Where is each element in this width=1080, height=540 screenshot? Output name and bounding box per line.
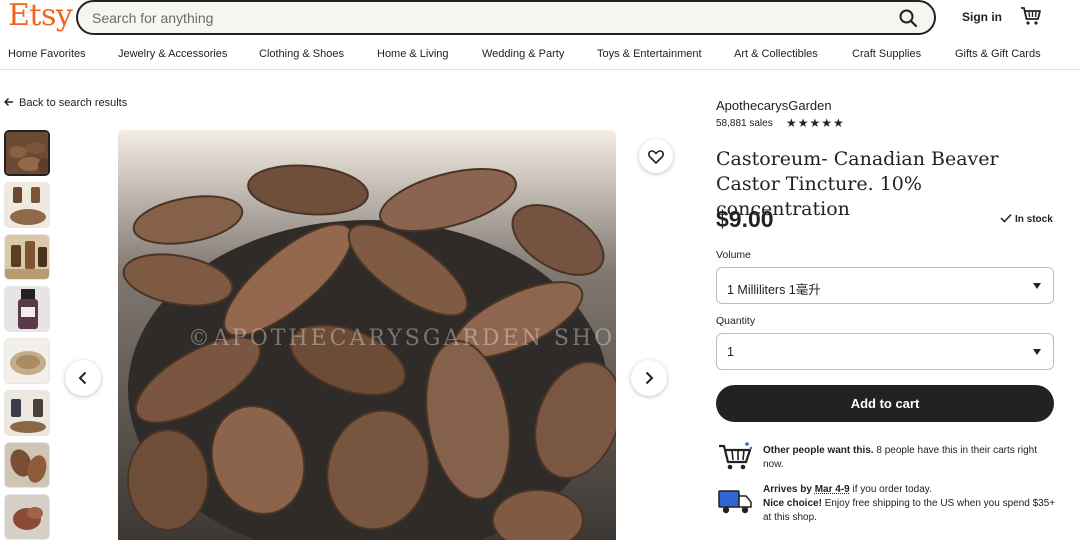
listing-price: $9.00 xyxy=(716,206,774,232)
thumbnail-3[interactable] xyxy=(4,234,50,280)
category-nav: Home Favorites Jewelry & Accessories Clo… xyxy=(0,46,1080,70)
delivery-truck-icon xyxy=(718,490,752,514)
shop-name-link[interactable]: ApothecarysGarden xyxy=(716,98,832,113)
sign-in-link[interactable]: Sign in xyxy=(962,10,1002,24)
quantity-label: Quantity xyxy=(716,315,756,327)
thumbnail-6[interactable] xyxy=(4,390,50,436)
favorite-button[interactable] xyxy=(639,139,673,173)
search-input[interactable]: Search for anything xyxy=(92,10,213,26)
nav-item-toys[interactable]: Toys & Entertainment xyxy=(597,48,702,60)
thumbnail-image xyxy=(5,183,49,227)
next-image-button[interactable] xyxy=(631,360,667,396)
volume-selected-value: 1 Milliliters 1毫升 xyxy=(727,283,821,297)
rating-stars[interactable]: ★★★★★ xyxy=(786,116,845,130)
arrives-bold: Arrives by xyxy=(763,484,815,495)
search-icon[interactable] xyxy=(898,8,918,28)
back-link-label: Back to search results xyxy=(19,97,128,109)
heart-icon xyxy=(648,149,664,164)
nav-item-wedding[interactable]: Wedding & Party xyxy=(482,48,564,60)
back-to-results-link[interactable]: Back to search results xyxy=(4,97,127,109)
arrow-left-icon xyxy=(4,97,13,107)
stock-label: In stock xyxy=(1015,214,1053,225)
thumbnail-image xyxy=(5,443,49,487)
shipping-notice: Arrives by Mar 4-9 if you order today. N… xyxy=(763,483,1058,525)
volume-label: Volume xyxy=(716,249,752,261)
image-watermark: ©APOTHECARYSGARDEN SHOP xyxy=(188,326,616,351)
add-to-cart-button[interactable]: Add to cart xyxy=(716,385,1054,422)
thumbnail-7[interactable] xyxy=(4,442,50,488)
nav-item-art[interactable]: Art & Collectibles xyxy=(734,48,818,60)
arrives-text: if you order today. xyxy=(849,484,932,495)
chevron-left-icon xyxy=(78,371,87,385)
previous-image-button[interactable] xyxy=(65,360,101,396)
sales-count: 58,881 sales xyxy=(716,118,773,129)
stock-status: In stock xyxy=(1000,213,1053,225)
thumbnail-image xyxy=(5,339,49,383)
quantity-select[interactable]: 1 xyxy=(716,333,1054,370)
cart-demand-icon xyxy=(719,442,753,470)
nav-item-home-favorites[interactable]: Home Favorites xyxy=(8,48,86,60)
nice-choice-bold: Nice choice! xyxy=(763,498,822,509)
thumbnail-image xyxy=(5,495,49,539)
nav-item-gifts[interactable]: Gifts & Gift Cards xyxy=(955,48,1041,60)
nav-item-clothing[interactable]: Clothing & Shoes xyxy=(259,48,344,60)
chevron-right-icon xyxy=(645,371,654,385)
volume-select[interactable]: 1 Milliliters 1毫升 xyxy=(716,267,1054,304)
check-icon xyxy=(1000,213,1012,223)
cart-icon[interactable] xyxy=(1020,6,1042,26)
thumbnail-image xyxy=(5,391,49,435)
nav-item-jewelry[interactable]: Jewelry & Accessories xyxy=(118,48,227,60)
etsy-logo[interactable]: Etsy xyxy=(8,0,73,33)
arrival-date-link[interactable]: Mar 4-9 xyxy=(815,484,850,495)
thumbnail-image xyxy=(5,287,49,331)
nav-item-craft-supplies[interactable]: Craft Supplies xyxy=(852,48,921,60)
demand-notice: Other people want this. 8 people have th… xyxy=(763,444,1058,472)
thumbnail-2[interactable] xyxy=(4,182,50,228)
nav-item-home-living[interactable]: Home & Living xyxy=(377,48,449,60)
thumbnail-5[interactable] xyxy=(4,338,50,384)
header: Etsy Search for anything Sign in xyxy=(0,0,1080,36)
thumbnail-image xyxy=(5,235,49,279)
search-bar[interactable]: Search for anything xyxy=(76,0,936,35)
caret-down-icon xyxy=(1033,349,1041,355)
thumbnail-4[interactable] xyxy=(4,286,50,332)
thumbnail-8[interactable] xyxy=(4,494,50,540)
main-product-image: ©APOTHECARYSGARDEN SHOP xyxy=(118,130,616,540)
thumbnail-image xyxy=(6,132,48,174)
caret-down-icon xyxy=(1033,283,1041,289)
demand-bold: Other people want this. xyxy=(763,445,874,456)
thumbnail-1[interactable] xyxy=(4,130,50,176)
quantity-selected-value: 1 xyxy=(727,345,734,359)
